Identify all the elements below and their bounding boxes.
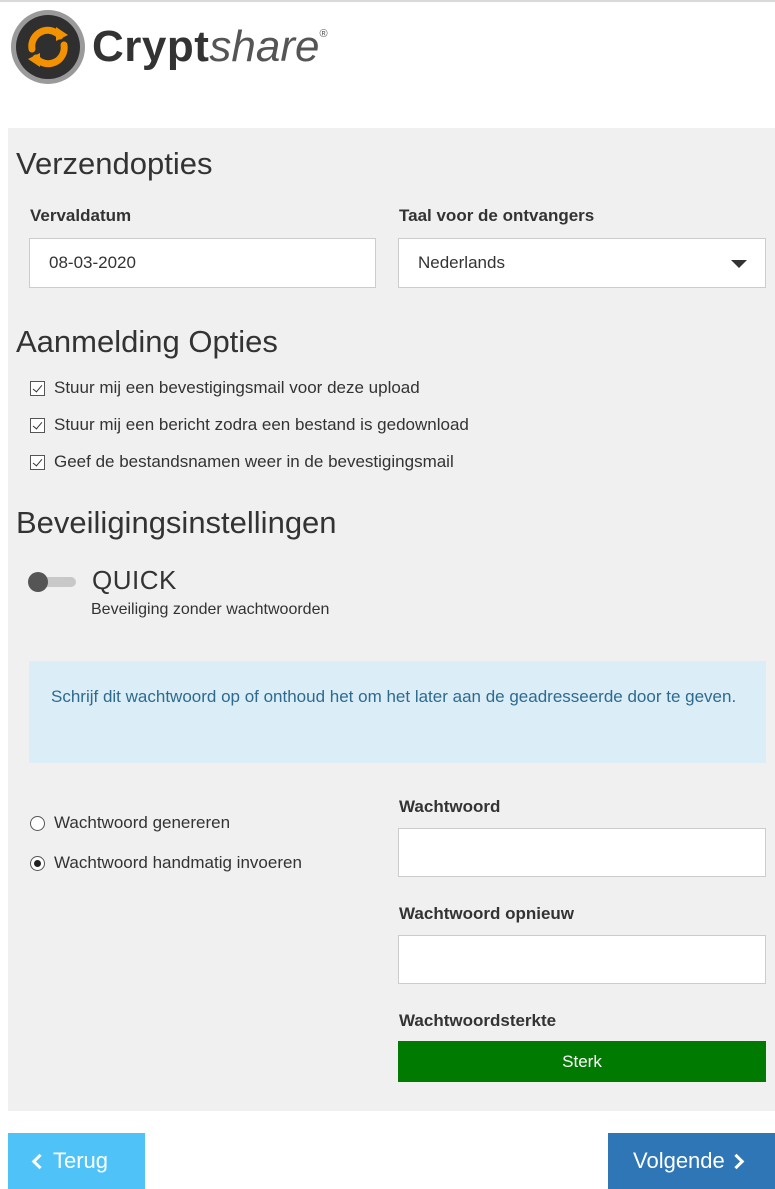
radio-unselected-icon[interactable] <box>30 815 45 831</box>
toggle-knob <box>28 572 48 592</box>
expiry-label: Vervaldatum <box>30 206 132 225</box>
radio-label: Wachtwoord handmatig invoeren <box>54 853 302 872</box>
password-label: Wachtwoord <box>399 797 501 816</box>
password-input[interactable] <box>398 828 766 877</box>
cryptshare-wordmark: Crypt share ® <box>92 25 328 69</box>
quick-description: Beveiliging zonder wachtwoorden <box>91 601 330 618</box>
top-divider <box>0 0 775 2</box>
password-repeat-input[interactable] <box>398 935 766 984</box>
wordmark-italic: share <box>209 22 320 71</box>
quick-toggle[interactable] <box>28 572 76 592</box>
checkbox-label: Stuur mij een bevestigingsmail voor deze… <box>54 378 420 397</box>
radio-selected-icon[interactable] <box>30 855 45 871</box>
next-button-label: Volgende <box>633 1148 725 1173</box>
language-select-value: Nederlands <box>418 253 505 272</box>
password-strength-label: Wachtwoordsterkte <box>399 1011 557 1030</box>
checkbox-checked-icon[interactable] <box>30 417 45 433</box>
checkbox-label: Stuur mij een bericht zodra een bestand … <box>54 415 469 434</box>
notification-options-heading: Aanmelding Opties <box>16 324 278 359</box>
confirmation-mail-checkbox[interactable]: Stuur mij een bevestigingsmail voor deze… <box>30 378 420 398</box>
send-options-heading: Verzendopties <box>16 146 213 181</box>
chevron-right-icon <box>728 1153 745 1169</box>
cryptshare-logo-icon <box>11 10 85 84</box>
manual-password-radio[interactable]: Wachtwoord handmatig invoeren <box>30 853 302 873</box>
chevron-left-icon <box>31 1153 48 1169</box>
generate-password-radio[interactable]: Wachtwoord genereren <box>30 813 230 833</box>
checkbox-checked-icon[interactable] <box>30 454 45 470</box>
language-select[interactable]: Nederlands <box>398 238 766 288</box>
registered-mark: ® <box>319 28 328 40</box>
back-button[interactable]: Terug <box>8 1133 145 1189</box>
next-button[interactable]: Volgende <box>608 1133 775 1189</box>
checkbox-checked-icon[interactable] <box>30 380 45 396</box>
filenames-in-mail-checkbox[interactable]: Geef de bestandsnamen weer in de bevesti… <box>30 452 454 472</box>
security-settings-heading: Beveiligingsinstellingen <box>16 505 337 540</box>
quick-label: QUICK <box>92 565 177 595</box>
caret-down-icon <box>731 260 747 268</box>
expiry-date-input[interactable]: 08-03-2020 <box>29 238 376 288</box>
language-label: Taal voor de ontvangers <box>399 206 595 225</box>
wordmark-bold: Crypt <box>92 22 210 71</box>
download-notice-checkbox[interactable]: Stuur mij een bericht zodra een bestand … <box>30 415 469 435</box>
back-button-label: Terug <box>53 1148 109 1173</box>
password-repeat-label: Wachtwoord opnieuw <box>399 904 575 923</box>
password-strength-bar: Sterk <box>398 1041 766 1082</box>
radio-label: Wachtwoord genereren <box>54 813 231 832</box>
expiry-date-value: 08-03-2020 <box>49 253 136 272</box>
cryptshare-logo: Crypt share ® <box>10 8 328 86</box>
password-info-box: Schrijf dit wachtwoord op of onthoud het… <box>29 661 766 763</box>
checkbox-label: Geef de bestandsnamen weer in de bevesti… <box>54 452 454 471</box>
